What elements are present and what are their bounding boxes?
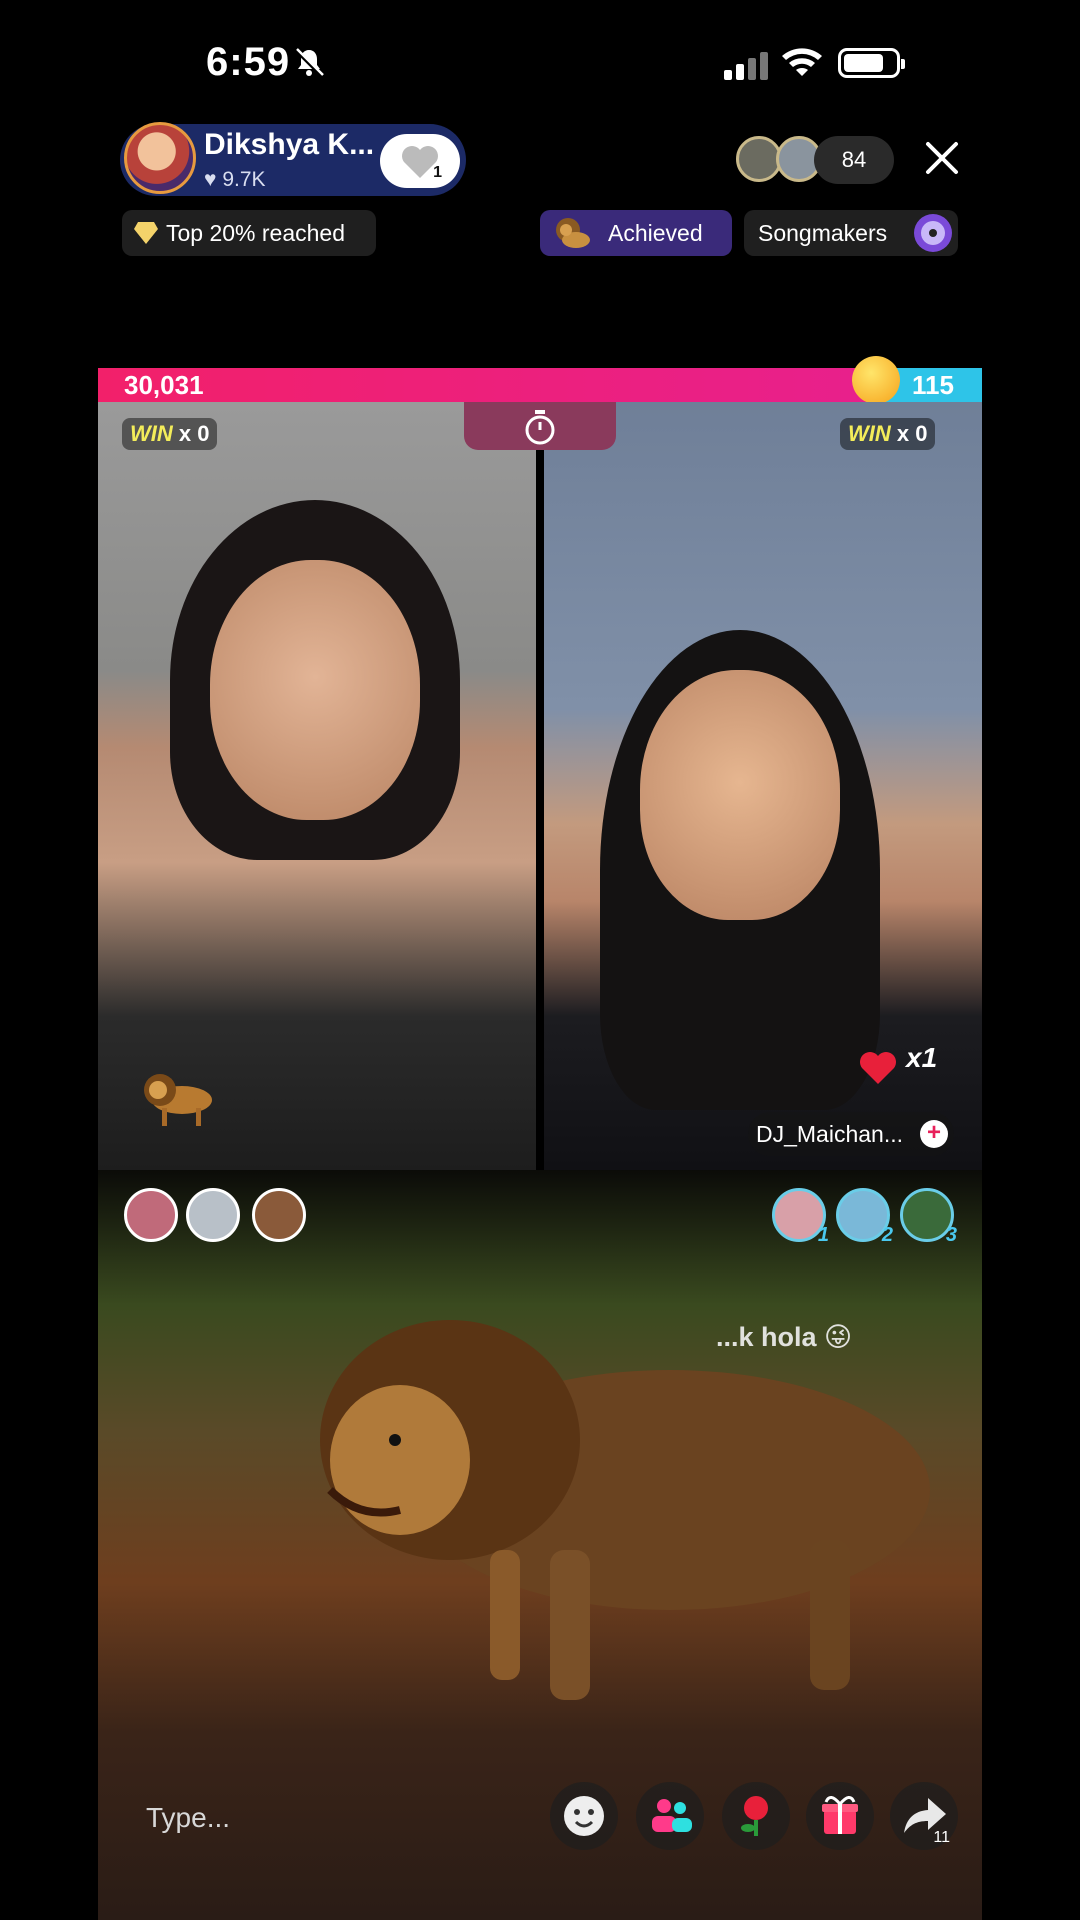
achievement-chip-label: Achieved [608, 220, 703, 246]
battle-timer [464, 402, 616, 450]
heart-outline-icon [402, 146, 438, 178]
rose-icon [741, 1796, 768, 1836]
gift-button[interactable] [806, 1782, 874, 1850]
disc-icon [914, 214, 952, 252]
lion-icon [556, 218, 590, 248]
songmakers-chip[interactable]: Songmakers [744, 210, 958, 256]
supporter-avatar-2[interactable]: 2 [836, 1188, 893, 1246]
battle-score-left: 30,031 [124, 370, 204, 400]
host-name[interactable]: Dikshya K... [204, 128, 374, 162]
chat-comment: ...k hola 😜 [716, 1322, 852, 1353]
supporter-rank-3: 3 [945, 1224, 957, 1246]
supporter-rank-1: 1 [817, 1224, 829, 1246]
stopwatch-icon [525, 410, 555, 445]
share-count: 11 [933, 1829, 950, 1846]
right-win-counter: WIN x 0 [840, 418, 936, 450]
follow-button[interactable]: 1 [380, 134, 460, 188]
supporter-avatar[interactable] [186, 1188, 240, 1242]
close-icon[interactable] [924, 140, 960, 176]
left-win-counter: WIN x 0 [122, 418, 218, 450]
emoji-button[interactable] [550, 1782, 618, 1850]
heart-gift-icon [860, 1052, 896, 1084]
supporter-avatar-3[interactable]: 3 [900, 1188, 957, 1246]
host-avatar[interactable] [124, 122, 196, 194]
battery-icon [838, 48, 905, 78]
diamond-icon [134, 222, 158, 244]
status-time: 6:59 [206, 40, 291, 84]
tongue-emoji-icon: 😜 [824, 1322, 853, 1352]
follow-opponent-button[interactable]: + [920, 1120, 948, 1148]
heart-icon: ♥ [204, 168, 217, 191]
smiley-icon [564, 1796, 604, 1836]
right-streamer-face [640, 670, 840, 920]
cool-emoji-icon [852, 356, 900, 404]
rank-chip-label: Top 20% reached [166, 220, 346, 246]
left-win-label: WIN [130, 421, 173, 446]
gift-icon [822, 1796, 858, 1834]
host-likes-count: 9.7K [222, 168, 266, 191]
left-streamer-face [210, 560, 420, 820]
achievement-chip[interactable]: Achieved [540, 210, 732, 256]
right-win-label: WIN [848, 421, 891, 446]
supporter-avatar[interactable] [252, 1188, 306, 1242]
right-win-count: x 0 [896, 421, 928, 446]
follow-count: 1 [433, 164, 442, 181]
comment-input[interactable]: Type... [118, 1786, 538, 1850]
people-icon [652, 1799, 692, 1832]
viewer-count[interactable]: 84 [814, 136, 894, 184]
battle-score-bar-left [98, 368, 872, 402]
video-divider [536, 402, 544, 1170]
left-win-count: x 0 [178, 421, 210, 446]
chat-comment-text: ...k hola [716, 1322, 817, 1352]
rank-chip[interactable]: Top 20% reached [122, 210, 376, 256]
lion-gift-animation [320, 1320, 930, 1700]
bell-muted-icon [294, 48, 324, 78]
songmakers-chip-label: Songmakers [758, 220, 888, 246]
supporter-rank-2: 2 [881, 1224, 893, 1246]
wifi-icon [782, 48, 822, 76]
rose-gift-button[interactable] [722, 1782, 790, 1850]
cell-signal-icon [724, 52, 768, 80]
supporter-avatar[interactable] [124, 1188, 178, 1242]
battle-score-right: 115 [912, 370, 954, 400]
lion-sticker-icon [144, 1074, 212, 1126]
opponent-username: DJ_Maichan... [756, 1121, 904, 1147]
supporter-avatar-1[interactable]: 1 [772, 1188, 829, 1246]
co-host-button[interactable] [636, 1782, 704, 1850]
share-button[interactable]: 11 [890, 1782, 958, 1850]
gift-multiplier: x1 [906, 1042, 938, 1073]
host-likes: ♥ 9.7K [204, 168, 266, 192]
